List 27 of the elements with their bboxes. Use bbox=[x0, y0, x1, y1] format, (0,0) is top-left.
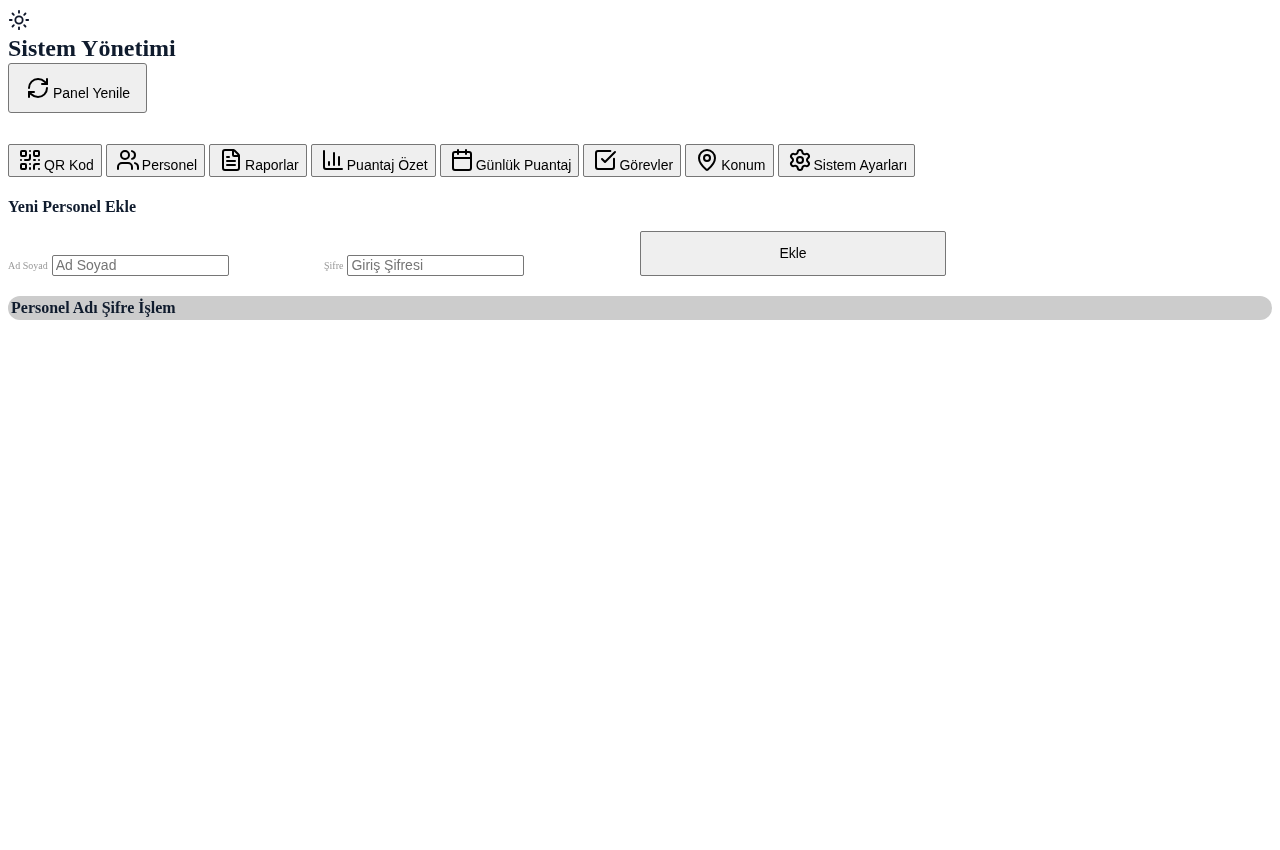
nav-tab[interactable]: Görevler bbox=[583, 144, 682, 177]
nav-tab[interactable]: Puantaj Özet bbox=[310, 144, 436, 177]
refresh-panel-button[interactable]: Panel Yenile bbox=[8, 63, 148, 113]
nav-tab[interactable]: Personel bbox=[105, 144, 206, 177]
section-title: Yeni Personel Ekle bbox=[8, 197, 136, 217]
text-input[interactable]: Giriş Şifresi bbox=[347, 255, 525, 276]
calendar-icon bbox=[449, 148, 474, 172]
column-header: Personel Adı bbox=[11, 298, 98, 318]
bar-chart-icon bbox=[320, 148, 345, 172]
nav-tab[interactable]: Konum bbox=[685, 144, 774, 177]
text-input[interactable]: Ad Soyad bbox=[51, 255, 229, 276]
nav-tab[interactable]: Günlük Puantaj bbox=[439, 144, 580, 177]
qr-code-icon bbox=[18, 148, 42, 172]
column-header: Şifre bbox=[101, 298, 135, 318]
nav-tab[interactable]: Sistem Ayarları bbox=[777, 144, 916, 177]
theme-toggle-icon[interactable] bbox=[8, 9, 30, 31]
field-label: Şifre bbox=[324, 259, 344, 273]
settings-icon bbox=[787, 148, 812, 172]
add-button[interactable]: Ekle bbox=[640, 231, 946, 276]
refresh-icon bbox=[26, 76, 50, 100]
checkbox-icon bbox=[593, 148, 618, 172]
page-title: Sistem Yönetimi bbox=[8, 34, 176, 63]
nav-tab[interactable]: Raporlar bbox=[209, 144, 307, 177]
column-header: İşlem bbox=[138, 298, 176, 318]
nav-tab[interactable]: QR Kod bbox=[8, 144, 102, 177]
field-label: Ad Soyad bbox=[8, 259, 48, 273]
users-icon bbox=[115, 148, 140, 172]
